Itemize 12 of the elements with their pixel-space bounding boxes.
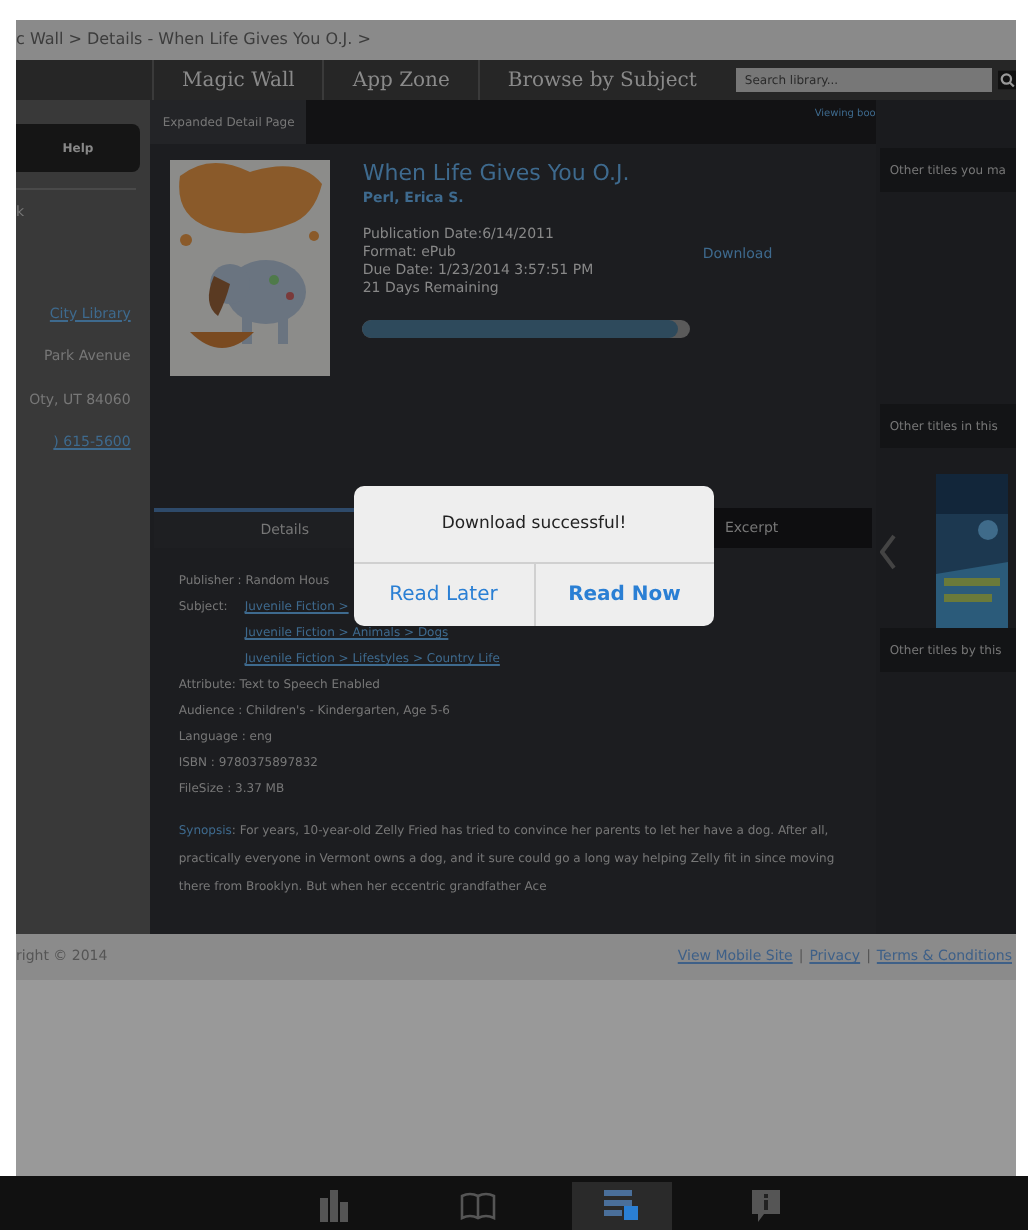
bar-chart-icon <box>318 1190 350 1222</box>
book-icon <box>460 1192 496 1220</box>
alert-message: Download successful! <box>354 486 714 564</box>
breadcrumb: c Wall > Details - When Life Gives You O.J. > <box>16 28 371 52</box>
dialog-button[interactable]: Read Later <box>354 564 533 626</box>
chevron-left-icon[interactable] <box>879 534 896 570</box>
download-icon <box>604 1190 640 1222</box>
info-icon <box>752 1190 780 1222</box>
book-title: When Life Gives You O.J. <box>362 160 632 186</box>
dialog-button[interactable]: Read Now <box>533 564 714 626</box>
tab-bar-item[interactable] <box>572 1182 672 1230</box>
search-icon[interactable] <box>997 70 1016 90</box>
